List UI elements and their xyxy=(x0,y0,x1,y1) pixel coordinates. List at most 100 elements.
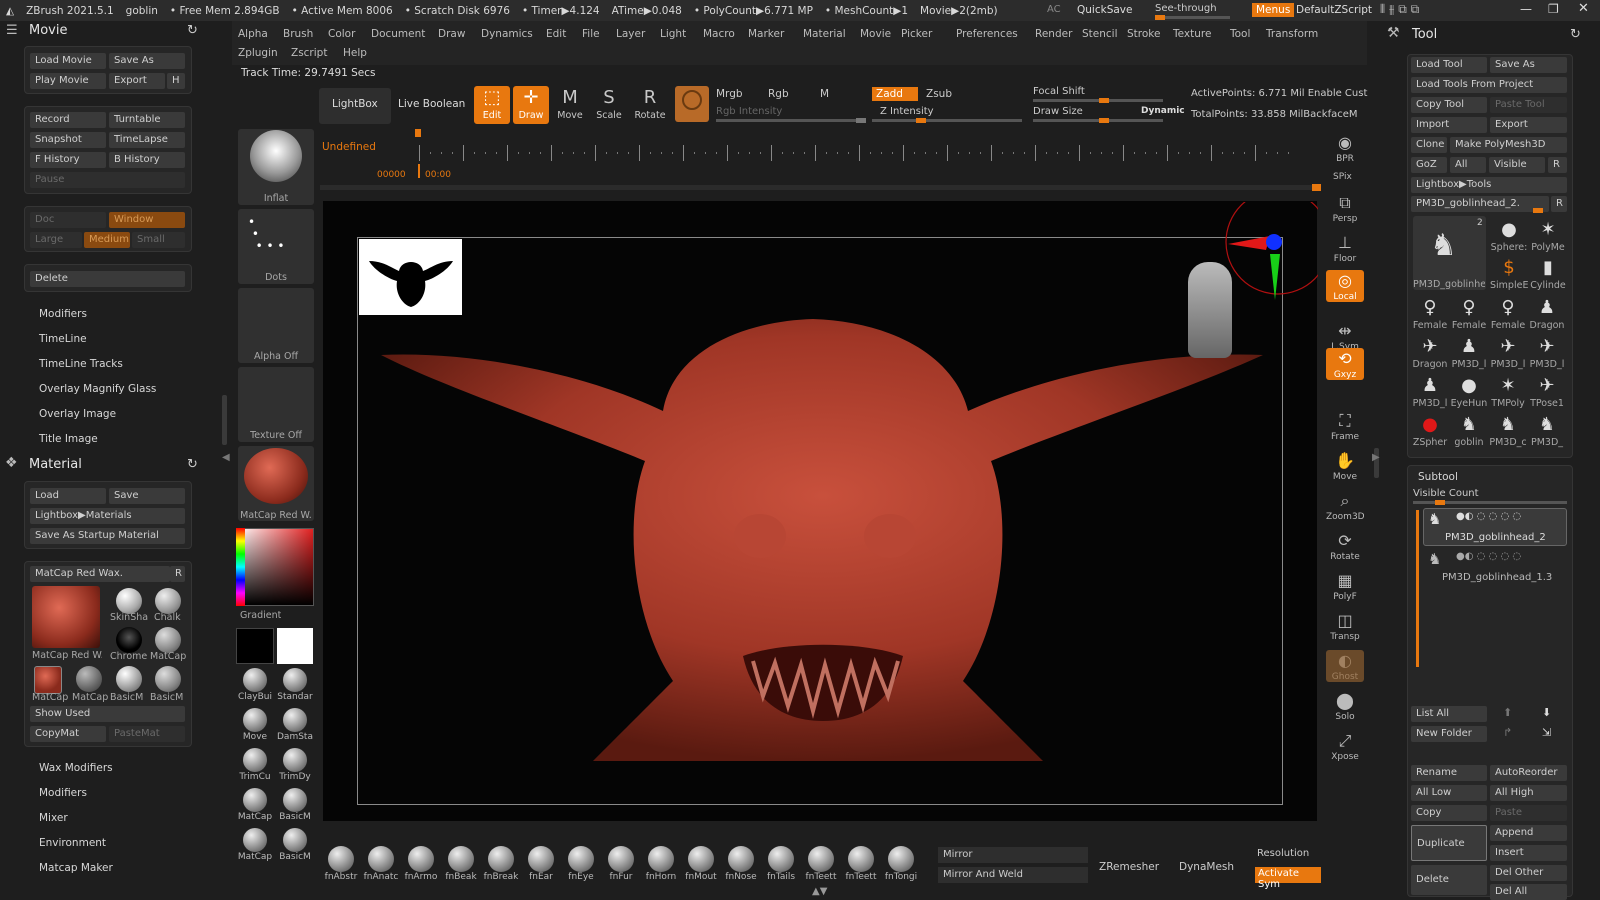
insert-mesh-brush[interactable]: fnTails xyxy=(762,846,800,882)
goz-button[interactable]: GoZ xyxy=(1411,157,1447,173)
axis-gizmo-icon[interactable] xyxy=(1208,202,1318,302)
b-history-button[interactable]: B History xyxy=(109,152,185,168)
live-boolean-button[interactable]: Live Boolean xyxy=(398,98,465,110)
timeline-tracks-section[interactable]: TimeLine Tracks xyxy=(39,358,123,370)
right-tool-persp[interactable]: ⧉ Persp xyxy=(1326,192,1364,224)
mirror-button[interactable]: Mirror xyxy=(938,847,1088,863)
load-movie-button[interactable]: Load Movie xyxy=(30,53,106,69)
rotate-button[interactable]: R Rotate xyxy=(632,86,668,124)
clone-button[interactable]: Clone xyxy=(1411,137,1447,153)
timeline-end-marker[interactable] xyxy=(1312,184,1321,191)
tool-title[interactable]: Tool xyxy=(1412,27,1437,42)
see-through-slider[interactable]: See-through xyxy=(1155,3,1217,14)
timeline-playhead[interactable] xyxy=(418,164,420,178)
matcap-maker-section[interactable]: Matcap Maker xyxy=(39,862,113,874)
right-tool-zoom3d[interactable]: ⌕ Zoom3D xyxy=(1326,490,1365,522)
right-tool-bpr[interactable]: ◉ BPR xyxy=(1326,132,1364,164)
export-movie-button[interactable]: Export xyxy=(109,73,165,89)
matcap-red-wax-thumb[interactable] xyxy=(32,586,100,648)
tool-r-button[interactable]: R xyxy=(1551,196,1567,212)
copy-subtool-button[interactable]: Copy xyxy=(1411,805,1487,821)
left-tray-scrollbar[interactable] xyxy=(222,395,227,445)
save-material-button[interactable]: Save xyxy=(109,488,185,504)
matcap-2-thumb[interactable] xyxy=(76,666,102,692)
insert-mesh-brush[interactable]: fnHorn xyxy=(642,846,680,882)
small-button[interactable]: Small xyxy=(132,232,185,248)
movie-refresh-icon[interactable]: ↻ xyxy=(187,23,198,38)
tool-thumb[interactable]: ♞ PM3D_ xyxy=(1528,413,1566,451)
secondary-color-swatch[interactable] xyxy=(236,628,274,664)
visible-count-track[interactable] xyxy=(1413,500,1567,505)
insert-mesh-brush[interactable]: fnArmo xyxy=(402,846,440,882)
tool-thumb[interactable]: ✈ PM3D_l xyxy=(1528,335,1566,373)
menu-item[interactable]: Stroke xyxy=(1127,28,1160,40)
matcap-gray-thumb[interactable] xyxy=(155,627,181,653)
right-tool-move[interactable]: ✋ Move xyxy=(1326,450,1364,482)
insert-mesh-brush[interactable]: fnMout xyxy=(682,846,720,882)
draw-size-track[interactable] xyxy=(1033,118,1163,123)
tool-thumb[interactable]: ✶ TMPoly xyxy=(1489,374,1527,412)
current-tool-slider[interactable] xyxy=(1411,208,1549,213)
restore-icon[interactable]: ❐ xyxy=(1548,2,1559,16)
rgb-intensity-slider[interactable]: Rgb Intensity xyxy=(716,106,782,117)
menu-item[interactable]: Zscript xyxy=(291,47,327,59)
autoreorder-button[interactable]: AutoReorder xyxy=(1490,765,1567,781)
folder-arrow-icon[interactable]: ↱ xyxy=(1503,726,1512,739)
pastemat-button[interactable]: PasteMat xyxy=(109,726,185,742)
shelf-brush[interactable]: BasicM xyxy=(276,788,314,822)
insert-mesh-brush[interactable]: fnBreak xyxy=(482,846,520,882)
insert-mesh-brush[interactable]: fnNose xyxy=(722,846,760,882)
insert-mesh-brush[interactable]: fnTongi xyxy=(882,846,920,882)
tool-thumb[interactable]: ✈ Dragon xyxy=(1411,335,1449,373)
paste-tool-button[interactable]: Paste Tool xyxy=(1490,97,1567,113)
zadd-button[interactable]: Zadd xyxy=(872,87,918,101)
insert-mesh-brush[interactable]: fnTeett xyxy=(842,846,880,882)
duplicate-button[interactable]: Duplicate xyxy=(1411,825,1487,861)
subtool-visibility-icon[interactable]: ●◐ ◌ ◌ ◌ ◌ xyxy=(1456,551,1521,562)
right-tool-local[interactable]: ◎ Local xyxy=(1326,270,1364,302)
new-folder-button[interactable]: New Folder xyxy=(1411,726,1487,742)
all-high-button[interactable]: All High xyxy=(1490,785,1567,801)
shelf-brush[interactable]: MatCap xyxy=(236,828,274,862)
f-history-button[interactable]: F History xyxy=(30,152,106,168)
subtool-visibility-icon[interactable]: ●◐ ◌ ◌ ◌ ◌ xyxy=(1456,511,1521,522)
menu-item[interactable]: Marker xyxy=(748,28,784,40)
right-tool-xpose[interactable]: ⤢ Xpose xyxy=(1326,730,1364,762)
right-tool-rotate[interactable]: ⟳ Rotate xyxy=(1326,530,1364,562)
shelf-brush[interactable]: ClayBui xyxy=(236,668,274,702)
copymat-button[interactable]: CopyMat xyxy=(30,726,106,742)
matcap-red-small-thumb[interactable] xyxy=(34,666,62,694)
tool-thumb[interactable]: ✈ PM3D_l xyxy=(1489,335,1527,373)
pause-button[interactable]: Pause xyxy=(30,172,185,188)
dynamesh-button[interactable]: DynaMesh xyxy=(1179,861,1234,873)
menu-item[interactable]: Edit xyxy=(546,28,566,40)
insert-mesh-brush[interactable]: fnAbstr xyxy=(322,846,360,882)
shelf-brush[interactable]: TrimDy xyxy=(276,748,314,782)
insert-button[interactable]: Insert xyxy=(1490,845,1567,861)
menu-item[interactable]: Picker xyxy=(901,28,932,40)
menu-item[interactable]: Movie xyxy=(860,28,891,40)
scale-button[interactable]: S Scale xyxy=(591,86,627,124)
environment-section[interactable]: Environment xyxy=(39,837,106,849)
del-all-button[interactable]: Del All xyxy=(1490,884,1567,900)
lightbox-button[interactable]: LightBox xyxy=(332,98,378,110)
material-refresh-icon[interactable]: ↻ xyxy=(187,457,198,472)
move-up-arrow-icon[interactable]: ⬆ xyxy=(1503,706,1512,719)
default-zscript-button[interactable]: DefaultZScript xyxy=(1296,4,1372,16)
right-tool-gxyz[interactable]: ⟲ Gxyz xyxy=(1326,348,1364,380)
tool-thumb[interactable]: ▮ Cylinde xyxy=(1529,256,1567,294)
menu-item[interactable]: Color xyxy=(328,28,355,40)
menu-item[interactable]: File xyxy=(582,28,600,40)
main-color-swatch[interactable] xyxy=(277,628,313,664)
tool-thumb[interactable]: $ SimpleE xyxy=(1490,256,1528,294)
chalk-thumb[interactable] xyxy=(155,588,181,614)
chrome-thumb[interactable] xyxy=(116,627,142,653)
material-title[interactable]: Material xyxy=(29,457,82,472)
append-button[interactable]: Append xyxy=(1490,825,1567,841)
zremesher-button[interactable]: ZRemesher xyxy=(1099,861,1159,873)
tool-thumb[interactable]: ♞ PM3D_c xyxy=(1489,413,1527,451)
skinshade-thumb[interactable] xyxy=(116,588,142,614)
z-intensity-track[interactable] xyxy=(872,118,1022,123)
h-button[interactable]: H xyxy=(167,73,185,89)
movie-title[interactable]: Movie xyxy=(29,23,67,38)
